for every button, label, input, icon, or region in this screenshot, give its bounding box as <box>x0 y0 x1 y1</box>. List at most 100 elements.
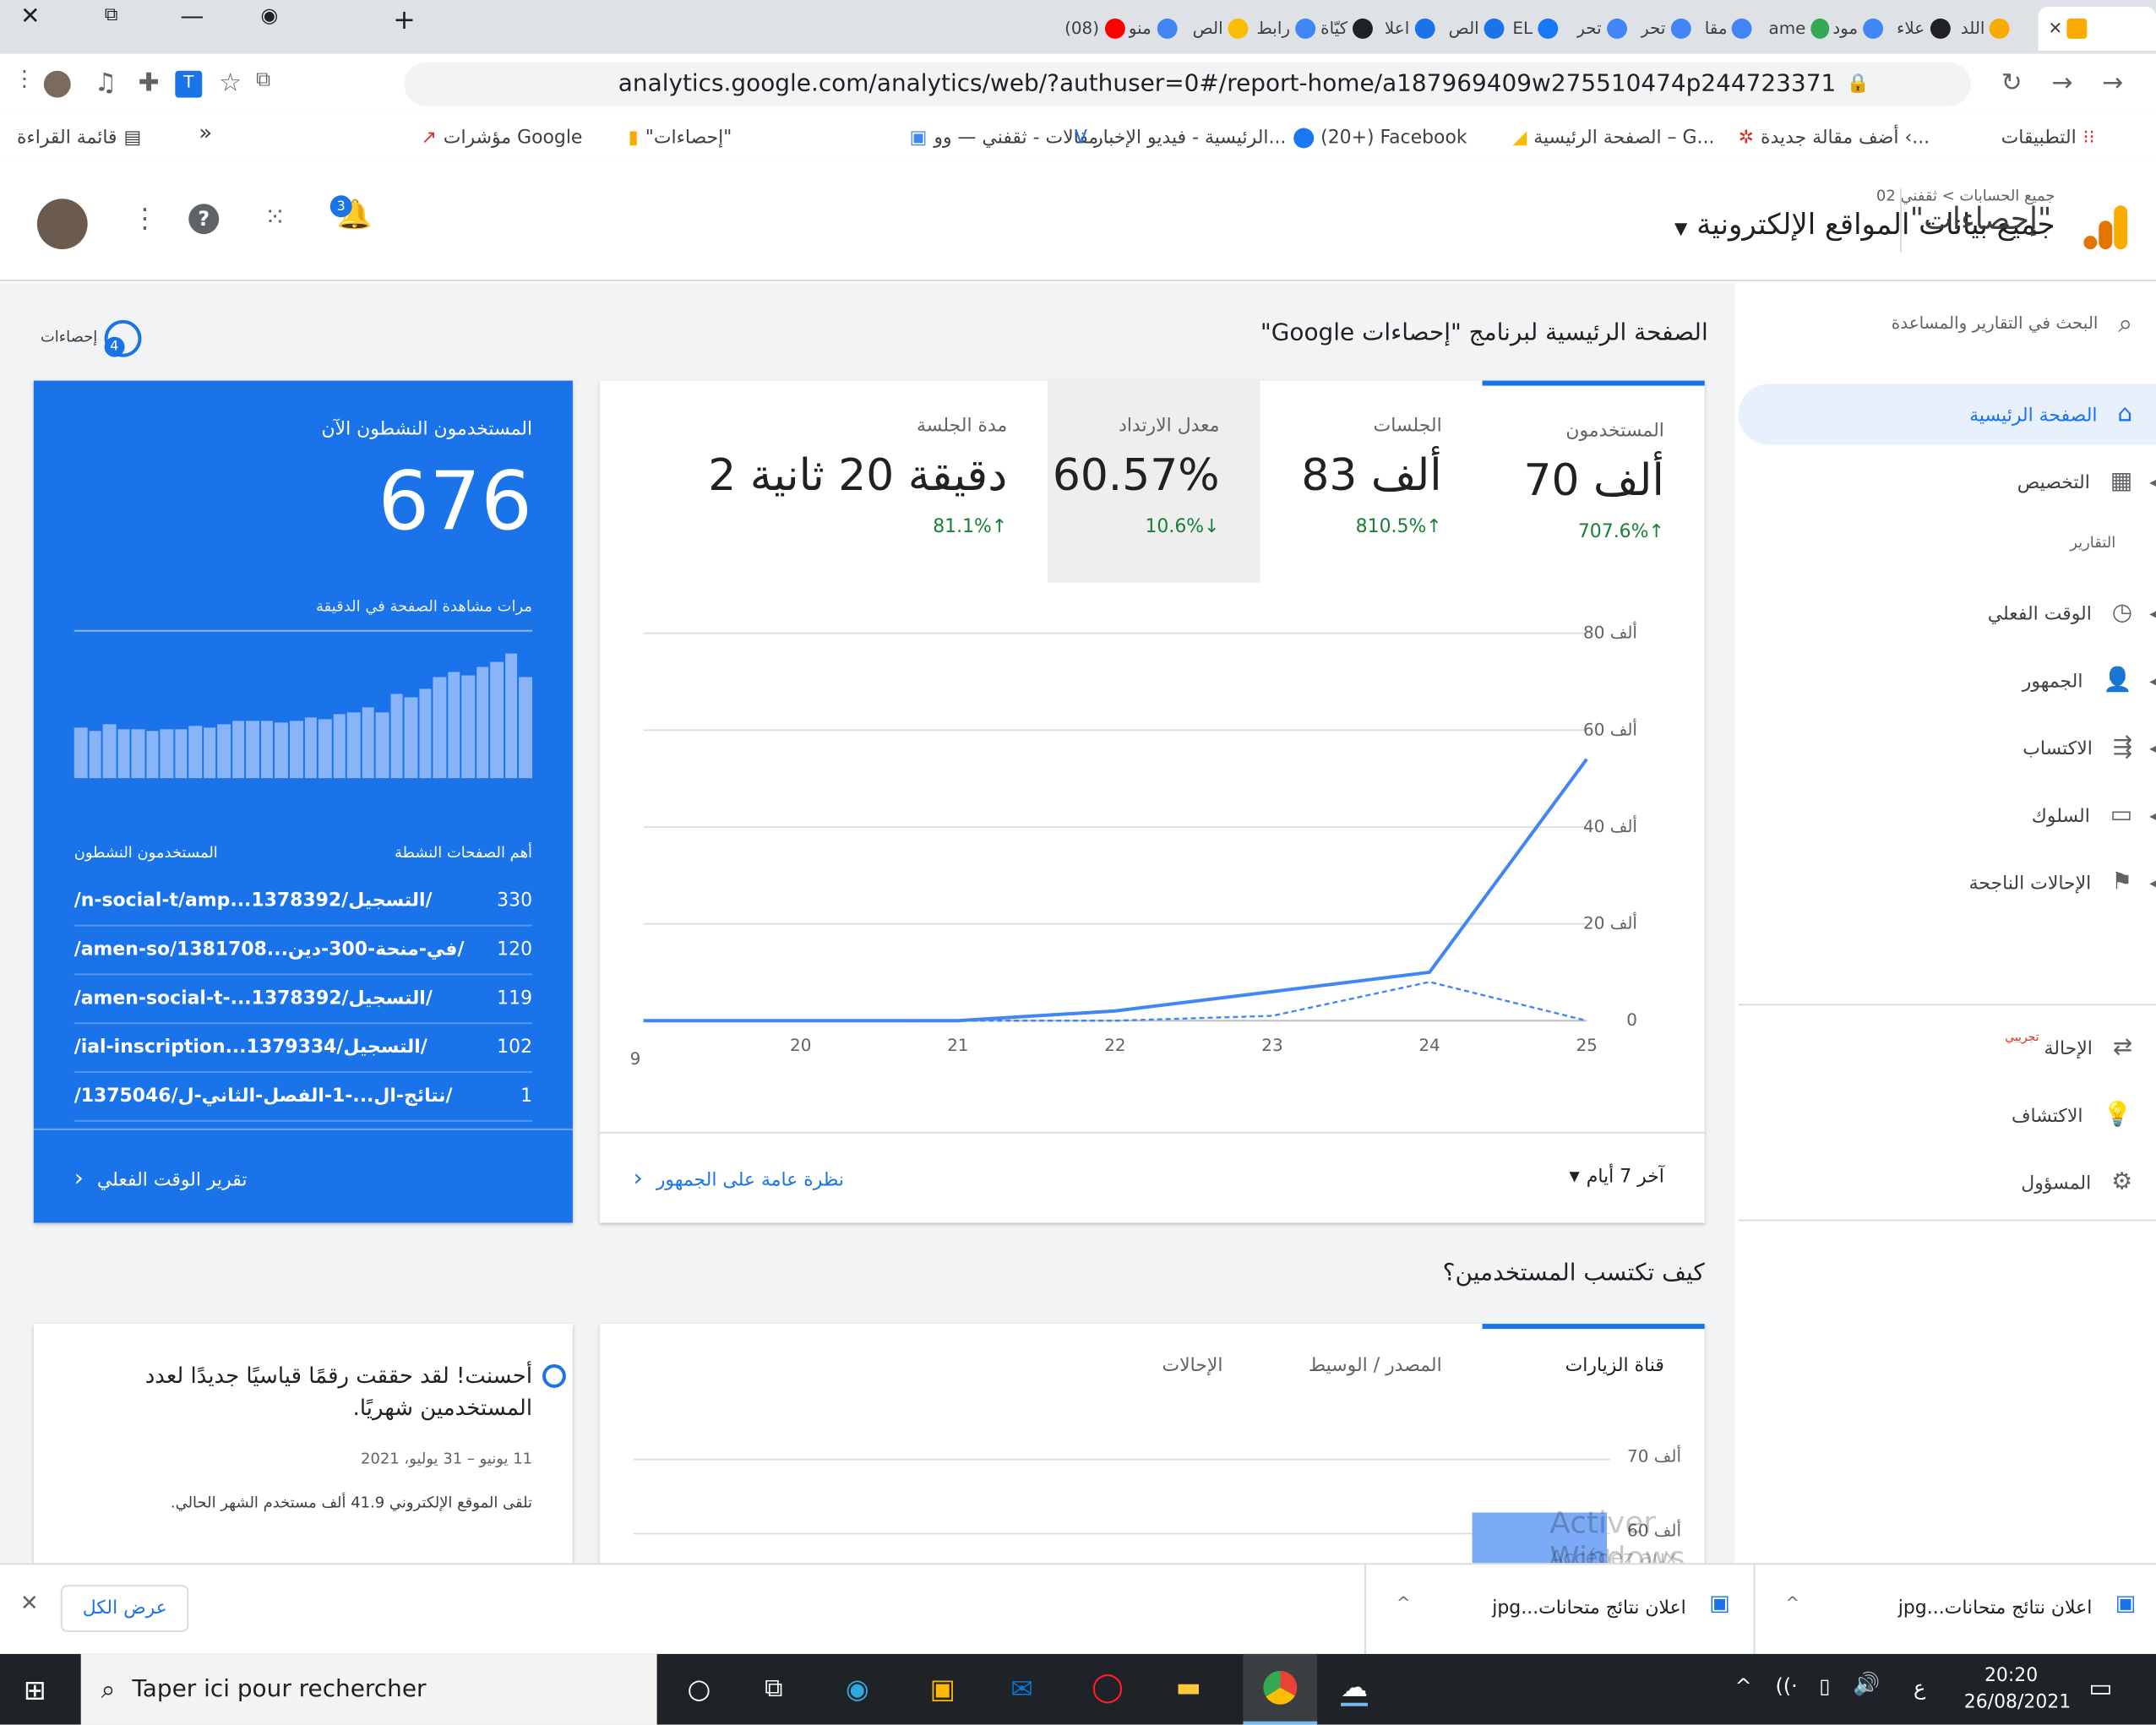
bookmark-google-indicators[interactable]: ↗ مؤشرات Google <box>421 127 582 149</box>
sidebar-item-realtime[interactable]: ◷ الوقت الفعلي ◀ <box>1739 583 2156 644</box>
tab-close-icon[interactable]: ✕ <box>2048 19 2062 38</box>
browser-tab[interactable]: اللد <box>1961 7 2022 51</box>
top-page-row[interactable]: /ial-inscription...التسجيل/1379334/102 <box>74 1026 532 1074</box>
top-page-row[interactable]: /n-social-t/amp...التسجيل/1378392/330 <box>74 879 532 927</box>
kpi-users[interactable]: المستخدمون 70 ألف 707.6%↑ <box>1482 380 1705 583</box>
kpi-bounce-rate[interactable]: معدل الارتداد 60.57% 10.6%↓ <box>1048 380 1260 583</box>
browser-tab[interactable]: مقا <box>1705 7 1766 51</box>
address-bar[interactable]: analytics.google.com/analytics/web/?auth… <box>404 62 1971 106</box>
mail-icon[interactable]: ✉ <box>1010 1673 1033 1705</box>
cortana-icon[interactable]: ○ <box>687 1673 710 1705</box>
sidebar-item-attribution[interactable]: ⇄ الإحالة تجريبي <box>1739 1017 2156 1078</box>
media-control-icon[interactable]: ♫ <box>95 68 117 98</box>
download-item[interactable]: ^ اعلان نتائج متحانات...jpg ▣ <box>1756 1564 2143 1656</box>
browser-tab[interactable]: الص <box>1449 7 1510 51</box>
profile-avatar[interactable] <box>43 70 71 98</box>
lock-icon[interactable]: 🔒 <box>1847 63 1870 106</box>
taskbar-clock[interactable]: 20:20 26/08/2021 <box>1964 1662 2071 1717</box>
sidebar-item-conversions[interactable]: ⚑ الإحالات الناجحة ◀ <box>1739 852 2156 913</box>
download-menu-icon[interactable]: ^ <box>1396 1595 1411 1613</box>
sidebar-item-audience[interactable]: 👤 الجمهور ◀ <box>1739 650 2156 711</box>
browser-tab[interactable]: الص <box>1193 7 1254 51</box>
bookmark-add-article[interactable]: ✲ أضف مقالة جديدة ‹... <box>1739 127 1930 149</box>
kpi-sessions[interactable]: الجلسات 83 ألف 810.5%↑ <box>1260 381 1482 583</box>
download-item[interactable]: ^ اعلان نتائج متحانات...jpg ▣ <box>1364 1564 1756 1656</box>
tab-search-icon[interactable]: ◉ <box>253 3 286 27</box>
forward-icon[interactable]: → <box>2051 68 2072 98</box>
edge-icon[interactable]: ◉ <box>846 1673 869 1705</box>
browser-tab[interactable]: كيّاة <box>1320 7 1381 51</box>
file-explorer-icon[interactable]: ▬ <box>1176 1671 1201 1703</box>
notification-center-icon[interactable]: ▭ <box>2088 1673 2112 1703</box>
address-bar-url[interactable]: analytics.google.com/analytics/web/?auth… <box>618 63 1836 106</box>
network-icon[interactable]: ((· <box>1775 1674 1797 1698</box>
date-range-selector[interactable]: آخر 7 أيام ▼ <box>1570 1166 1664 1188</box>
sidebar-item-home[interactable]: ⌂ الصفحة الرئيسية <box>1738 384 2156 445</box>
extensions-icon[interactable]: ✚ <box>138 68 159 98</box>
window-minimize-button[interactable]: — <box>175 3 209 30</box>
tab-source-medium[interactable]: المصدر / الوسيط <box>1309 1354 1442 1376</box>
tab-traffic-channel[interactable]: قناة الزيارات <box>1565 1354 1664 1376</box>
sidebar-item-discover[interactable]: 💡 الاكتشاف <box>1739 1085 2156 1145</box>
browser-tab[interactable]: منو <box>1129 7 1190 51</box>
bookmark-homepage[interactable]: ◢ الصفحة الرئيسية – G... <box>1512 127 1714 149</box>
sidebar-search[interactable]: ⌕ البحث في التقارير والمساعدة <box>1739 300 2156 347</box>
audience-overview-link[interactable]: نظرة عامة على الجمهور ‹ <box>634 1166 844 1193</box>
lens-icon[interactable]: ⧉ <box>256 68 270 93</box>
browser-tab[interactable]: ame <box>1768 7 1830 51</box>
back-icon[interactable]: → <box>2102 68 2123 98</box>
new-tab-button[interactable]: + <box>388 3 422 35</box>
bookmark-star-icon[interactable]: ☆ <box>219 68 242 98</box>
person-icon: 👤 <box>2103 667 2133 694</box>
sidebar-item-acquisition[interactable]: ⇶ الاكتساب ◀ <box>1739 717 2156 778</box>
sidebar-item-customization[interactable]: ▦ التخصيص ◀ <box>1739 451 2156 512</box>
realtime-report-link[interactable]: تقرير الوقت الفعلي ‹ <box>74 1166 248 1193</box>
browser-tab[interactable]: رابط <box>1256 7 1317 51</box>
windows-start-icon[interactable]: ⊞ <box>24 1674 46 1706</box>
insights-button[interactable]: إحصاءات 4 <box>41 319 142 357</box>
bookmarks-more-button[interactable]: » <box>199 122 212 147</box>
show-all-downloads-button[interactable]: عرض الكل <box>60 1585 189 1632</box>
kpi-session-duration[interactable]: مدة الجلسة 2 دقيقة 20 ثانية 81.1%↑ <box>708 381 1048 583</box>
bookmark-news-video[interactable]: V الرئيسية - فيديو الإخبار... <box>1075 127 1286 149</box>
volume-icon[interactable]: 🔊 <box>1853 1673 1880 1698</box>
taskbar-search-box[interactable]: ⌕ Taper ici pour rechercher <box>80 1653 657 1725</box>
opera-icon[interactable]: ◯ <box>1092 1671 1124 1705</box>
more-vert-icon[interactable]: ⋮ <box>132 202 159 234</box>
reload-icon[interactable]: ↻ <box>2001 68 2023 98</box>
help-icon[interactable]: ? <box>188 204 220 235</box>
downloads-close-icon[interactable]: ✕ <box>20 1592 39 1617</box>
browser-tab[interactable]: EL <box>1512 7 1573 51</box>
task-view-icon[interactable]: ⧉ <box>765 1673 782 1703</box>
sidebar-item-admin[interactable]: ⚙ المسؤول <box>1739 1152 2156 1213</box>
top-page-row[interactable]: /amen-social-t-...التسجيل/1378392/119 <box>74 977 532 1025</box>
top-page-row[interactable]: /1375046/نتائج-ال...-1-الفصل-الثاني-ل/1 <box>74 1075 532 1122</box>
hidden-icons-chevron[interactable]: ^ <box>1735 1674 1752 1698</box>
tab-referrals[interactable]: الإحالات <box>1162 1354 1222 1376</box>
tab-analytics-active[interactable]: ✕ <box>2038 6 2156 51</box>
battery-icon[interactable]: ▯ <box>1819 1674 1830 1698</box>
top-page-row[interactable]: /amen-so/1381708...في-منحة-300-دين/120 <box>74 928 532 976</box>
window-close-button[interactable]: ✕ <box>14 3 47 30</box>
reading-list[interactable]: قائمة القراءة ▤ <box>17 127 141 149</box>
sidebar-item-behavior[interactable]: ▭ السلوك ◀ <box>1739 785 2156 846</box>
bookmark-facebook[interactable]: (20+) Facebook <box>1293 127 1467 148</box>
browser-tab[interactable]: تحر <box>1576 7 1637 51</box>
menu-kebab-icon[interactable]: ⋮ <box>14 68 35 93</box>
translate-extension-icon[interactable]: T <box>175 70 203 98</box>
app-icon[interactable]: ☁ <box>1341 1671 1368 1706</box>
store-icon[interactable]: ▣ <box>930 1673 956 1705</box>
download-menu-icon[interactable]: ^ <box>1785 1595 1799 1613</box>
account-avatar[interactable] <box>36 199 88 250</box>
apps-icon[interactable]: ⁙ <box>264 202 286 232</box>
window-restore-button[interactable]: ⧉ <box>95 3 128 27</box>
browser-tab[interactable]: مود <box>1832 7 1893 51</box>
browser-tab[interactable]: اعلا <box>1385 7 1446 51</box>
input-language[interactable]: ع <box>1914 1676 1925 1700</box>
browser-tab[interactable]: تحر <box>1641 7 1701 51</box>
bookmark-apps[interactable]: التطبيقات ⁝⁝ <box>2001 127 2095 149</box>
chrome-taskbar-button[interactable] <box>1243 1653 1318 1725</box>
browser-tab[interactable]: علاء <box>1897 7 1957 51</box>
browser-tab[interactable]: (08) <box>1064 7 1125 51</box>
bookmark-analytics[interactable]: ▮ "إحصاءات" <box>629 127 732 149</box>
